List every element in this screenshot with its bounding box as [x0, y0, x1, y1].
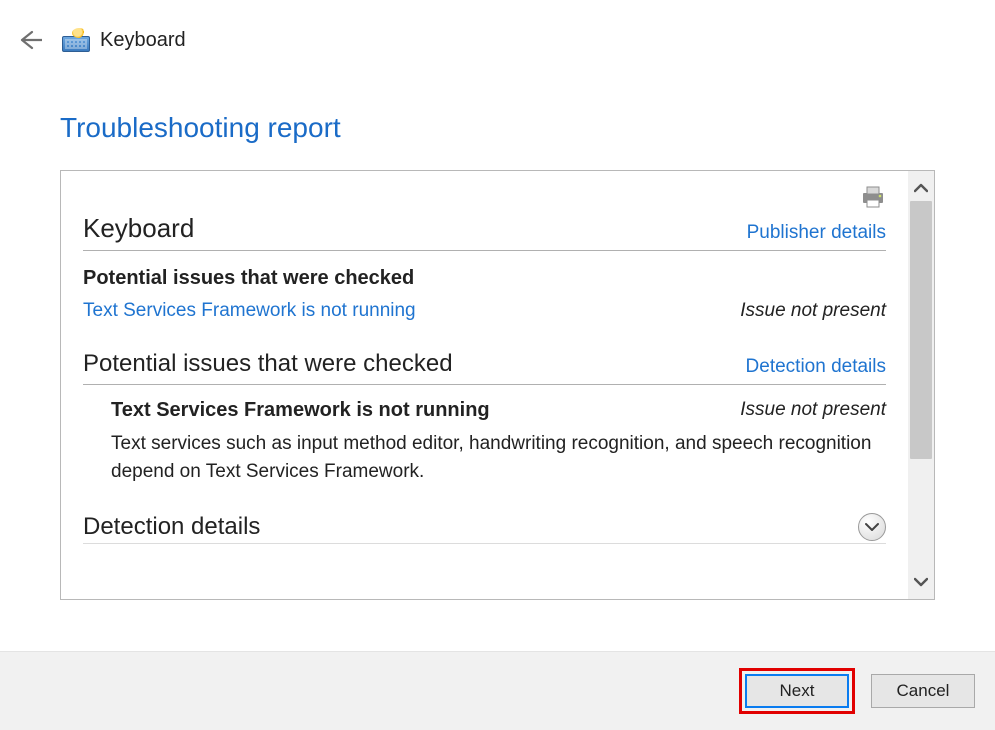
- detection-details-link[interactable]: Detection details: [746, 356, 886, 378]
- expand-detection-button[interactable]: [858, 513, 886, 541]
- report-content: Keyboard Publisher details Potential iss…: [61, 171, 908, 599]
- issue-row: Text Services Framework is not running I…: [83, 300, 886, 322]
- section-keyboard-header: Keyboard Publisher details: [83, 213, 886, 251]
- print-button[interactable]: [860, 185, 886, 209]
- header: Keyboard: [0, 0, 995, 56]
- issue-name-link[interactable]: Text Services Framework is not running: [83, 300, 416, 322]
- keyboard-icon: [62, 28, 90, 52]
- main-area: Troubleshooting report Keyboard: [0, 56, 995, 651]
- next-button[interactable]: Next: [745, 674, 849, 708]
- issue-detail-desc: Text services such as input method edito…: [111, 430, 886, 485]
- scrollbar[interactable]: [908, 171, 934, 599]
- section-checked-header: Potential issues that were checked Detec…: [83, 350, 886, 385]
- page-title: Troubleshooting report: [60, 112, 935, 144]
- printer-icon: [860, 185, 886, 209]
- next-button-highlight: Next: [739, 668, 855, 714]
- chevron-up-icon: [914, 183, 928, 193]
- back-arrow-icon: [18, 30, 42, 50]
- section-keyboard-title: Keyboard: [83, 213, 194, 244]
- detection-details-title: Detection details: [83, 513, 260, 541]
- issue-detail-status: Issue not present: [740, 399, 886, 421]
- checked-heading: Potential issues that were checked: [83, 267, 886, 290]
- scroll-thumb[interactable]: [910, 201, 932, 459]
- cancel-button[interactable]: Cancel: [871, 674, 975, 708]
- issue-detail-row: Text Services Framework is not running I…: [111, 399, 886, 422]
- chevron-down-icon: [865, 522, 879, 532]
- window-title: Keyboard: [100, 29, 186, 52]
- issue-detail-title: Text Services Framework is not running: [111, 399, 490, 422]
- back-button[interactable]: [14, 24, 46, 56]
- footer: Next Cancel: [0, 651, 995, 730]
- issue-status: Issue not present: [740, 300, 886, 322]
- troubleshooter-window: Keyboard Troubleshooting report: [0, 0, 995, 730]
- chevron-down-icon: [914, 577, 928, 587]
- scroll-up-button[interactable]: [908, 175, 934, 201]
- detection-details-header: Detection details: [83, 513, 886, 544]
- scroll-track[interactable]: [908, 201, 934, 569]
- print-row: [83, 185, 886, 209]
- report-frame: Keyboard Publisher details Potential iss…: [60, 170, 935, 600]
- scroll-down-button[interactable]: [908, 569, 934, 595]
- issue-detail-block: Text Services Framework is not running I…: [83, 385, 886, 485]
- publisher-details-link[interactable]: Publisher details: [747, 222, 886, 244]
- section-checked-title: Potential issues that were checked: [83, 350, 453, 378]
- title-wrap: Keyboard: [62, 28, 186, 52]
